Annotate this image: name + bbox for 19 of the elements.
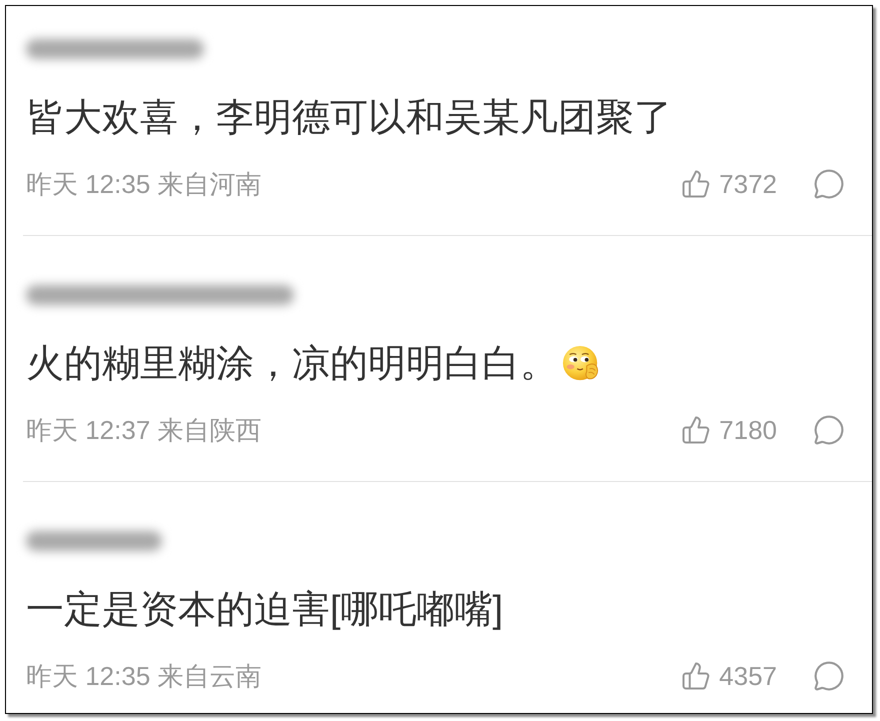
comment-meta: 昨天 12:35 来自云南 [26, 660, 262, 693]
like-button[interactable]: 4357 [681, 659, 777, 693]
thumbs-up-icon [681, 169, 712, 199]
thumbs-up-icon [681, 415, 712, 445]
speech-bubble-icon [813, 660, 845, 692]
comment-text: 皆大欢喜，李明德可以和吴某凡团聚了 [26, 96, 672, 141]
like-button[interactable]: 7372 [681, 167, 777, 201]
speech-bubble-icon [813, 414, 845, 446]
emoji-icon [562, 345, 600, 383]
comment-meta: 昨天 12:37 来自陕西 [26, 414, 262, 447]
comment-text: 火的糊里糊涂，凉的明明白白。 [26, 342, 558, 387]
like-button[interactable]: 7180 [681, 413, 777, 447]
comment-text: 一定是资本的迫害[哪吒嘟嘴] [26, 588, 504, 633]
thumbs-up-icon [681, 661, 712, 691]
comment-button[interactable] [813, 168, 845, 200]
comment-button[interactable] [813, 414, 845, 446]
speech-bubble-icon [813, 168, 845, 200]
comment-meta: 昨天 12:35 来自河南 [26, 168, 262, 201]
comment-button[interactable] [813, 660, 845, 692]
